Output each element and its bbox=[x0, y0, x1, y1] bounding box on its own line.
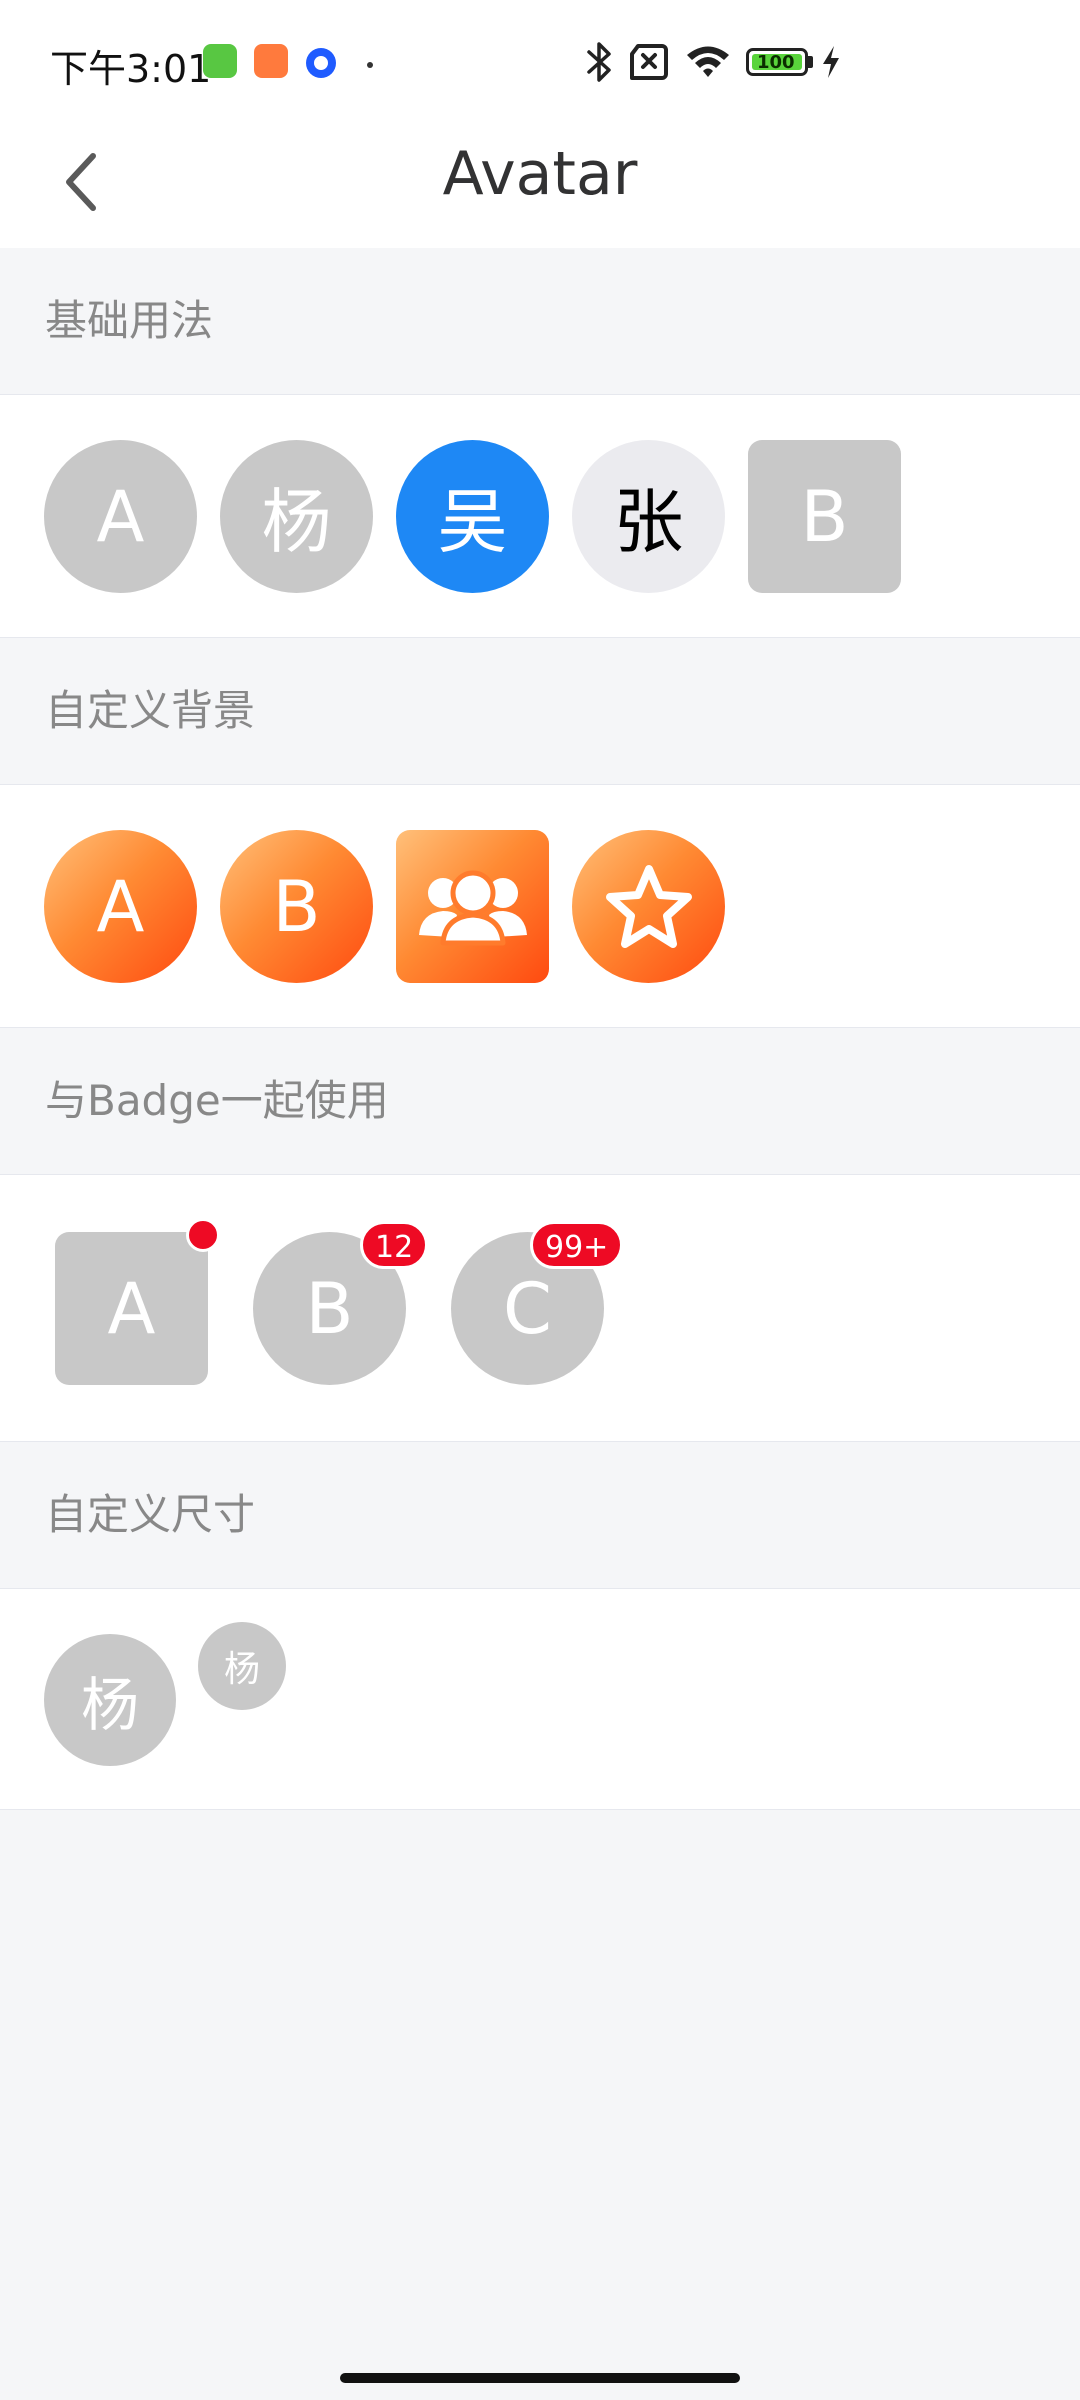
avatar-group[interactable] bbox=[396, 830, 549, 983]
avatar-a-gradient[interactable]: A bbox=[44, 830, 197, 983]
section-basic-usage: A 杨 吴 张 B bbox=[0, 394, 1080, 638]
avatar-text: B bbox=[800, 475, 849, 558]
bluetooth-icon bbox=[587, 42, 611, 82]
avatar-text: 杨 bbox=[223, 1649, 260, 1690]
browser-notification-icon bbox=[306, 48, 336, 78]
battery-icon: 100 bbox=[746, 48, 808, 76]
avatar-yang-small[interactable]: 杨 bbox=[198, 1622, 286, 1710]
avatar-zhang[interactable]: 张 bbox=[572, 440, 725, 593]
avatar-text: A bbox=[107, 1267, 156, 1350]
avatar-text: B bbox=[305, 1267, 354, 1350]
battery-level: 100 bbox=[757, 52, 795, 73]
home-indicator[interactable] bbox=[340, 2373, 740, 2383]
page-title: Avatar bbox=[442, 139, 638, 209]
avatar-text: 吴 bbox=[437, 481, 508, 563]
app-notification-icon bbox=[203, 44, 237, 78]
star-icon bbox=[605, 864, 692, 948]
avatar-a[interactable]: A bbox=[44, 440, 197, 593]
more-notifications-icon bbox=[367, 62, 373, 68]
avatar-star[interactable] bbox=[572, 830, 725, 983]
badge-count-max: 99+ bbox=[530, 1221, 624, 1269]
section-header-basic: 基础用法 bbox=[0, 248, 1080, 394]
avatar-text: 杨 bbox=[80, 1671, 139, 1739]
section-title: 与Badge一起使用 bbox=[45, 1076, 389, 1125]
avatar-text: C bbox=[503, 1267, 552, 1350]
badge-count: 12 bbox=[360, 1221, 429, 1269]
avatar-wu[interactable]: 吴 bbox=[396, 440, 549, 593]
section-title: 自定义背景 bbox=[45, 686, 256, 735]
avatar-yang[interactable]: 杨 bbox=[220, 440, 373, 593]
avatar-a-with-dot[interactable]: A bbox=[55, 1232, 208, 1385]
status-time: 下午3:01 bbox=[50, 47, 212, 91]
badge-dot bbox=[186, 1218, 220, 1252]
wifi-icon bbox=[687, 46, 729, 77]
avatar-text: 杨 bbox=[261, 481, 332, 563]
avatar-b-gradient[interactable]: B bbox=[220, 830, 373, 983]
avatar-yang-large[interactable]: 杨 bbox=[44, 1634, 176, 1766]
section-custom-size: 杨 杨 bbox=[0, 1588, 1080, 1810]
avatar-text: B bbox=[272, 865, 321, 948]
section-with-badge: A B 12 C 99+ bbox=[0, 1174, 1080, 1442]
avatar-b-square[interactable]: B bbox=[748, 440, 901, 593]
section-custom-background: A B bbox=[0, 784, 1080, 1028]
section-header-custom-bg: 自定义背景 bbox=[0, 638, 1080, 784]
avatar-text: 张 bbox=[613, 481, 684, 563]
section-header-badge: 与Badge一起使用 bbox=[0, 1028, 1080, 1174]
section-title: 基础用法 bbox=[45, 296, 214, 345]
battery-cap bbox=[808, 56, 813, 68]
shop-notification-icon bbox=[254, 44, 288, 78]
no-sim-icon bbox=[630, 44, 668, 80]
avatar-text: A bbox=[96, 865, 145, 948]
navigation-bar: Avatar bbox=[0, 124, 1080, 248]
people-group-icon bbox=[418, 870, 527, 945]
avatar-text: A bbox=[96, 475, 145, 558]
section-header-custom-size: 自定义尺寸 bbox=[0, 1442, 1080, 1588]
status-bar: 下午3:01 100 bbox=[0, 0, 1080, 124]
section-title: 自定义尺寸 bbox=[45, 1490, 256, 1539]
charging-icon bbox=[823, 46, 839, 78]
